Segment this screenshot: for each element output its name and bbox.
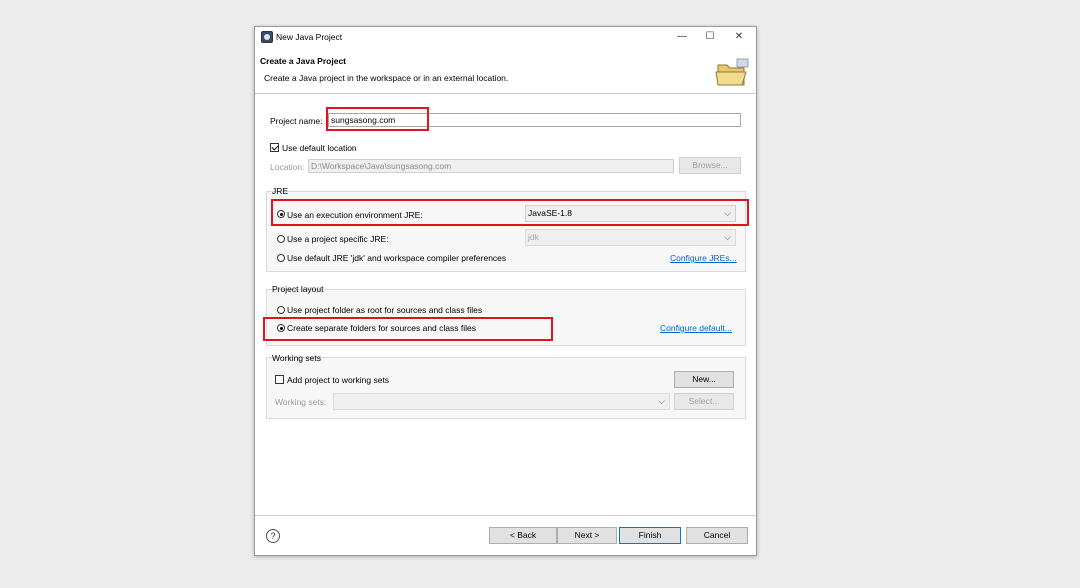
wizard-header: Create a Java Project Create a Java proj… — [255, 47, 756, 93]
project-specific-value: jdk — [528, 232, 539, 242]
radio-project-root[interactable] — [277, 306, 285, 314]
working-sets-label: Working sets: — [275, 397, 327, 407]
close-icon[interactable]: ✕ — [725, 29, 753, 45]
project-name-highlight — [326, 107, 429, 131]
window-title: New Java Project — [276, 32, 343, 42]
back-button[interactable]: < Back — [489, 527, 557, 544]
project-layout-title: Project layout — [272, 284, 324, 294]
project-specific-label: Use a project specific JRE: — [287, 234, 389, 244]
title-bar: New Java Project — ☐ ✕ — [255, 27, 756, 47]
new-java-project-dialog: New Java Project — ☐ ✕ Create a Java Pro… — [254, 26, 757, 556]
separate-folders-highlight — [263, 317, 553, 341]
project-root-label: Use project folder as root for sources a… — [287, 305, 483, 315]
location-input[interactable]: D:\Workspace\Java\sungsasong.com — [308, 159, 674, 173]
use-default-location-checkbox[interactable] — [270, 143, 279, 152]
default-jre-label: Use default JRE 'jdk' and workspace comp… — [287, 253, 507, 263]
new-folder-icon — [715, 58, 749, 86]
jre-group-title: JRE — [272, 186, 289, 196]
configure-jres-link[interactable]: Configure JREs... — [670, 253, 737, 263]
project-name-label: Project name: — [270, 116, 323, 126]
execution-env-highlight — [271, 199, 749, 226]
next-button[interactable]: Next > — [557, 527, 617, 544]
radio-default-jre[interactable] — [277, 254, 285, 262]
add-to-working-sets-checkbox[interactable] — [275, 375, 284, 384]
add-to-working-sets-label: Add project to working sets — [287, 375, 390, 385]
configure-default-link[interactable]: Configure default... — [660, 323, 732, 333]
project-specific-select[interactable]: jdk ⌵ — [525, 229, 736, 246]
use-default-location-label: Use default location — [282, 143, 357, 153]
eclipse-app-icon — [261, 31, 273, 43]
help-icon[interactable]: ? — [266, 529, 280, 543]
cancel-button[interactable]: Cancel — [686, 527, 748, 544]
radio-project-specific[interactable] — [277, 235, 285, 243]
finish-button[interactable]: Finish — [619, 527, 681, 544]
working-sets-select[interactable]: ⌵ — [333, 393, 670, 410]
chevron-down-icon: ⌵ — [724, 232, 731, 242]
new-working-set-button[interactable]: New... — [674, 371, 734, 388]
header-separator — [255, 93, 756, 94]
footer-separator — [255, 515, 756, 516]
minimize-icon[interactable]: — — [668, 29, 696, 45]
page-description: Create a Java project in the workspace o… — [264, 73, 509, 83]
select-working-set-button[interactable]: Select... — [674, 393, 734, 410]
page-title: Create a Java Project — [260, 56, 346, 66]
browse-button[interactable]: Browse... — [679, 157, 741, 174]
maximize-icon[interactable]: ☐ — [696, 29, 724, 45]
working-sets-title: Working sets — [272, 353, 321, 363]
location-label: Location: — [270, 162, 305, 172]
chevron-down-icon: ⌵ — [658, 396, 665, 406]
